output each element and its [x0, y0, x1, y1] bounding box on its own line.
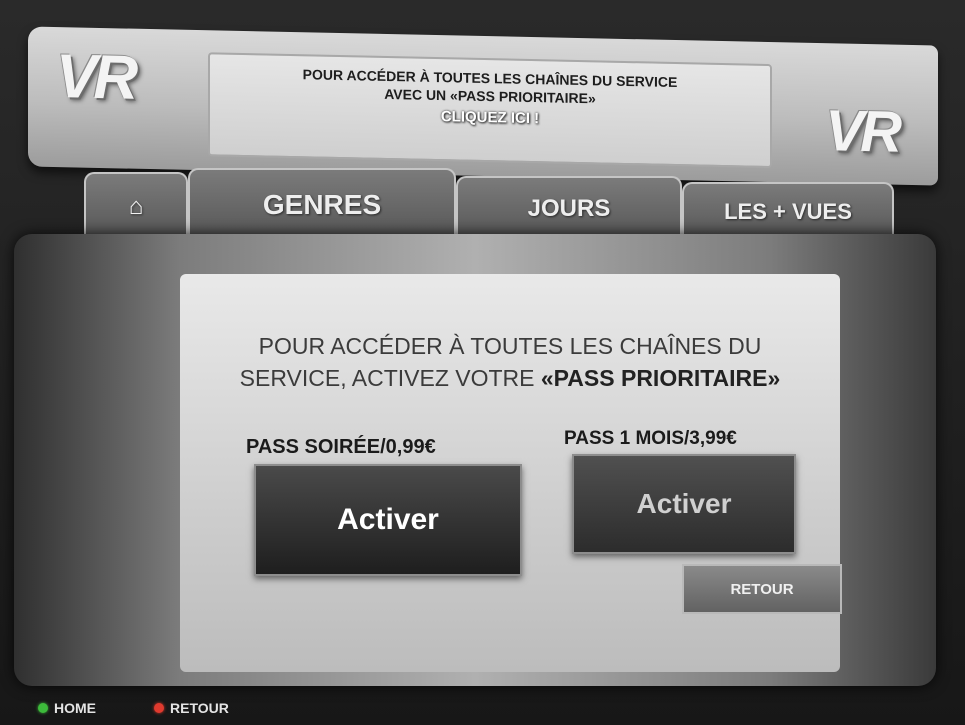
activate-pass-soiree-button[interactable]: Activer: [254, 464, 522, 576]
red-dot-icon: [154, 703, 164, 713]
pass-dialog: POUR ACCÉDER À TOUTES LES CHAÎNES DU SER…: [180, 274, 842, 672]
top-banner: VR POUR ACCÉDER À TOUTES LES CHAÎNES DU …: [28, 26, 938, 186]
promo-banner-button[interactable]: POUR ACCÉDER À TOUTES LES CHAÎNES DU SER…: [208, 52, 772, 169]
retour-button[interactable]: RETOUR: [682, 564, 842, 614]
vr-logo-right: VR: [825, 98, 898, 165]
tab-jours[interactable]: JOURS: [456, 176, 682, 240]
headline-pass-name: «PASS PRIORITAIRE»: [540, 365, 781, 391]
remote-legend: HOME RETOUR: [38, 696, 438, 720]
tv-screen: VR POUR ACCÉDER À TOUTES LES CHAÎNES DU …: [0, 0, 965, 725]
pass-soiree-label: PASS SOIRÉE/0,99€: [246, 436, 436, 458]
vr-logo-left: VR: [56, 42, 135, 113]
green-dot-icon: [38, 703, 48, 713]
headline-line-2: SERVICE, ACTIVEZ VOTRE «PASS PRIORITAIRE…: [200, 362, 820, 394]
dialog-headline: POUR ACCÉDER À TOUTES LES CHAÎNES DU SER…: [200, 330, 820, 394]
tab-les-plus-vues[interactable]: LES + VUES: [682, 182, 894, 240]
legend-retour-label: RETOUR: [170, 700, 229, 716]
headline-line-1: POUR ACCÉDER À TOUTES LES CHAÎNES DU: [258, 333, 762, 359]
pass-mois-label: PASS 1 MOIS/3,99€: [564, 428, 737, 449]
activate-pass-mois-button[interactable]: Activer: [572, 454, 796, 554]
legend-home[interactable]: HOME: [38, 700, 96, 716]
legend-retour[interactable]: RETOUR: [154, 700, 229, 716]
tab-genres[interactable]: GENRES: [188, 168, 456, 240]
legend-home-label: HOME: [54, 700, 96, 716]
headline-line-2-text: SERVICE, ACTIVEZ VOTRE: [239, 365, 541, 391]
tab-home[interactable]: ⌂: [84, 172, 188, 240]
tab-bar: ⌂ GENRES JOURS LES + VUES: [84, 168, 894, 240]
main-panel: POUR ACCÉDER À TOUTES LES CHAÎNES DU SER…: [14, 234, 936, 686]
home-icon: ⌂: [128, 193, 144, 220]
